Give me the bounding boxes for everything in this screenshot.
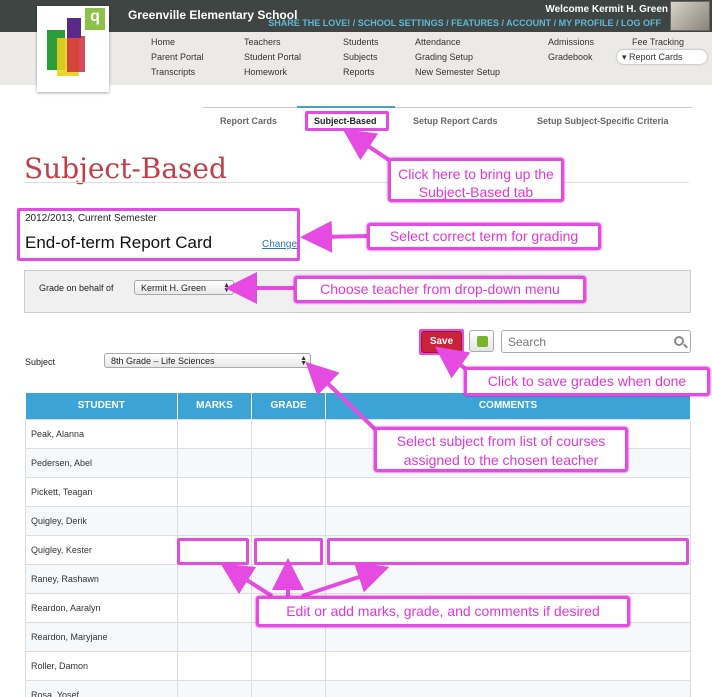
- grade-on-behalf-label: Grade on behalf of: [39, 283, 114, 293]
- comments-header: COMMENTS: [325, 393, 691, 419]
- student-name: Peak, Alanna: [25, 418, 178, 449]
- select-arrows-icon: ▲ ▼: [300, 355, 307, 367]
- teacher-select[interactable]: Kermit H. Green ▲ ▼: [134, 280, 234, 295]
- marks-cell[interactable]: [177, 505, 252, 536]
- marks-cell[interactable]: [177, 621, 252, 652]
- search-input[interactable]: [501, 330, 691, 353]
- nav-parent-portal[interactable]: Parent Portal: [151, 52, 204, 62]
- nav-new-semester-setup[interactable]: New Semester Setup: [415, 67, 500, 77]
- student-name: Reardon, Aaralyn: [25, 592, 178, 623]
- subject-label: Subject: [25, 357, 56, 367]
- comments-cell[interactable]: [325, 650, 691, 681]
- table-row: Quigley, Derik: [25, 505, 691, 536]
- marks-cell[interactable]: [177, 476, 252, 507]
- nav-grading-setup[interactable]: Grading Setup: [415, 52, 473, 62]
- select-arrows-icon: ▲ ▼: [223, 282, 230, 294]
- student-name: Reardon, Maryjane: [25, 621, 178, 652]
- nav-gradebook[interactable]: Gradebook: [548, 52, 593, 62]
- save-button[interactable]: Save: [421, 331, 462, 353]
- nav-report-cards[interactable]: ▾ Report Cards: [622, 52, 683, 63]
- marks-cell[interactable]: [177, 592, 252, 623]
- student-name: Pedersen, Abel: [25, 447, 178, 478]
- callout-tab: Click here to bring up the Subject-Based…: [388, 158, 564, 202]
- marks-cell[interactable]: [177, 447, 252, 478]
- callout-term: Select correct term for grading: [367, 223, 601, 250]
- grade-header: GRADE: [251, 393, 326, 419]
- nav-subjects[interactable]: Subjects: [343, 52, 378, 62]
- comments-input-highlight[interactable]: [327, 538, 689, 565]
- account-link[interactable]: ACCOUNT: [506, 18, 551, 28]
- school-logo[interactable]: q: [37, 6, 109, 92]
- nav-fee-tracking[interactable]: Fee Tracking: [632, 37, 684, 47]
- marks-input-highlight[interactable]: [177, 538, 249, 565]
- callout-teacher: Choose teacher from drop-down menu: [294, 276, 586, 303]
- student-name: Quigley, Kester: [25, 534, 178, 565]
- change-term-link[interactable]: Change: [262, 239, 297, 250]
- term-name: End-of-term Report Card: [25, 233, 213, 252]
- search-icon[interactable]: [674, 336, 684, 346]
- callout-subject: Select subject from list of courses assi…: [374, 427, 628, 472]
- nav-homework[interactable]: Homework: [244, 67, 287, 77]
- grade-cell[interactable]: [251, 505, 326, 536]
- student-name: Pickett, Teagan: [25, 476, 178, 507]
- grade-cell[interactable]: [251, 476, 326, 507]
- tab-bar: Report Cards Subject-Based Setup Report …: [203, 107, 692, 135]
- grade-cell[interactable]: [251, 650, 326, 681]
- top-links: SHARE THE LOVE! / SCHOOL SETTINGS / FEAT…: [268, 18, 661, 28]
- share-link[interactable]: SHARE THE LOVE!: [268, 18, 350, 28]
- tab-report-cards[interactable]: Report Cards: [220, 116, 277, 126]
- comments-cell[interactable]: [325, 679, 691, 697]
- student-name: Roller, Damon: [25, 650, 178, 681]
- marks-header: MARKS: [177, 393, 252, 419]
- welcome-text: Welcome Kermit H. Green: [545, 4, 668, 15]
- nav-home[interactable]: Home: [151, 37, 175, 47]
- callout-save: Click to save grades when done: [464, 367, 710, 396]
- student-name: Raney, Rashawn: [25, 563, 178, 594]
- nav-student-portal[interactable]: Student Portal: [244, 52, 301, 62]
- avatar[interactable]: [670, 1, 710, 31]
- school-settings-link[interactable]: SCHOOL SETTINGS: [358, 18, 444, 28]
- edit-button[interactable]: [469, 330, 494, 352]
- active-tab-indicator: [297, 106, 395, 108]
- title-divider: [24, 182, 689, 183]
- marks-cell[interactable]: [177, 679, 252, 697]
- nav-admissions[interactable]: Admissions: [548, 37, 594, 47]
- table-row: Raney, Rashawn: [25, 563, 691, 594]
- marks-cell[interactable]: [177, 563, 252, 594]
- semester-label: 2012/2013, Current Semester: [25, 213, 157, 224]
- table-row: Pickett, Teagan: [25, 476, 691, 507]
- grade-cell[interactable]: [251, 563, 326, 594]
- nav-students[interactable]: Students: [343, 37, 379, 47]
- table-row: Roller, Damon: [25, 650, 691, 681]
- features-link[interactable]: FEATURES: [451, 18, 499, 28]
- page-title: Subject-Based: [24, 152, 227, 185]
- student-header: STUDENT: [25, 393, 178, 419]
- comments-cell[interactable]: [325, 505, 691, 536]
- grade-input-highlight[interactable]: [254, 538, 323, 565]
- tab-highlight: [305, 111, 389, 131]
- table-row: Rosa, Yosef: [25, 679, 691, 697]
- callout-edit: Edit or add marks, grade, and comments i…: [256, 596, 630, 627]
- nav-teachers[interactable]: Teachers: [244, 37, 281, 47]
- marks-cell[interactable]: [177, 418, 252, 449]
- tab-setup-subject-criteria[interactable]: Setup Subject-Specific Criteria: [537, 116, 669, 126]
- edit-icon: [477, 336, 488, 347]
- log-off-link[interactable]: LOG OFF: [621, 18, 661, 28]
- my-profile-link[interactable]: MY PROFILE: [559, 18, 614, 28]
- grade-cell[interactable]: [251, 418, 326, 449]
- student-name: Quigley, Derik: [25, 505, 178, 536]
- marks-cell[interactable]: [177, 650, 252, 681]
- comments-cell[interactable]: [325, 476, 691, 507]
- grade-cell[interactable]: [251, 447, 326, 478]
- comments-cell[interactable]: [325, 563, 691, 594]
- student-name: Rosa, Yosef: [25, 679, 178, 697]
- subject-select[interactable]: 8th Grade – Life Sciences ▲ ▼: [104, 353, 311, 368]
- nav-attendance[interactable]: Attendance: [415, 37, 461, 47]
- tab-setup-report-cards[interactable]: Setup Report Cards: [413, 116, 498, 126]
- nav-reports[interactable]: Reports: [343, 67, 375, 77]
- nav-transcripts[interactable]: Transcripts: [151, 67, 195, 77]
- grade-cell[interactable]: [251, 679, 326, 697]
